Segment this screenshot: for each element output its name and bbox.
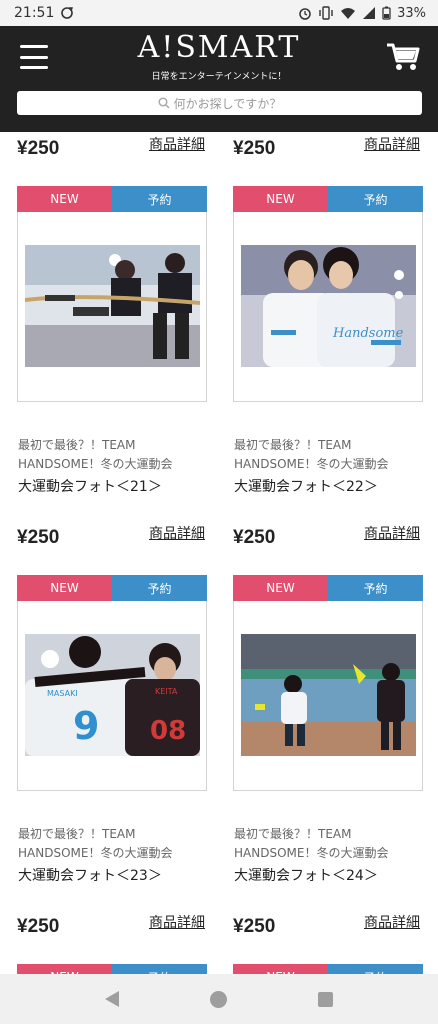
reserve-badge: 予約 [328,186,423,212]
new-badge: NEW [233,964,328,974]
product-detail-link[interactable]: 商品詳細 [149,523,205,543]
product-card[interactable]: NEW 予約 最初で最後？！TEAM HANDSOME！冬の大運動会 大運動会フ… [17,186,207,496]
svg-text:08: 08 [150,716,186,746]
reserve-badge: 予約 [328,575,423,601]
new-badge: NEW [233,186,328,212]
product-price: ¥250 [17,916,60,937]
status-bar: 21:51 33% [0,0,438,26]
new-badge: NEW [233,575,328,601]
product-name[interactable]: 大運動会フォト＜21＞ [17,476,207,496]
cart-icon [387,43,420,70]
home-icon[interactable] [209,990,227,1008]
product-card[interactable]: NEW 予約 Handsome 最初で最後？！TEAM HANDSOME！冬の大… [233,186,423,496]
product-badges: NEW 予約 [233,186,423,212]
reserve-badge: 予約 [112,575,207,601]
new-badge: NEW [17,575,112,601]
wifi-icon [341,8,356,19]
product-detail-link[interactable]: 商品詳細 [364,134,420,154]
site-tagline: 日常をエンターテインメントに！ [151,72,287,82]
product-detail-link[interactable]: 商品詳細 [149,912,205,932]
product-price: ¥250 [233,527,276,548]
product-photo [241,634,416,756]
product-name[interactable]: 大運動会フォト＜22＞ [233,476,423,496]
product-thumbnail[interactable] [17,212,207,402]
product-name[interactable]: 大運動会フォト＜24＞ [233,865,423,885]
recent-apps-icon[interactable] [317,991,333,1007]
product-detail-link[interactable]: 商品詳細 [149,134,205,154]
site-header: A!SMART 日常をエンターテインメントに！ 何かお探しですか？ [0,26,438,132]
back-icon[interactable] [105,991,120,1007]
product-series: 最初で最後？！TEAM HANDSOME！冬の大運動会 [18,827,173,860]
status-time: 21:51 [14,5,55,21]
product-price: ¥250 [17,527,60,548]
product-thumbnail[interactable]: 9 08 MASAKI KEITA [17,601,207,791]
reserve-badge: 予約 [112,186,207,212]
search-icon [158,97,170,109]
product-series: 最初で最後？！TEAM HANDSOME！冬の大運動会 [234,438,389,471]
product-price: ¥250 [233,916,276,937]
product-price: ¥250 [233,138,276,159]
product-card[interactable]: NEW 予約 最初で最後？！TEAM HANDSOME！冬の大運動会 大運動会フ… [233,575,423,885]
product-photo: 9 08 MASAKI KEITA [25,634,200,756]
search-input[interactable]: 何かお探しですか？ [17,91,422,115]
svg-text:9: 9 [73,704,99,748]
svg-text:Handsome: Handsome [332,326,404,341]
product-price: ¥250 [17,138,60,159]
product-badges: NEW 予約 [233,964,423,974]
site-logo[interactable]: A!SMART [0,30,438,65]
product-series: 最初で最後？！TEAM HANDSOME！冬の大運動会 [234,827,389,860]
reserve-badge: 予約 [328,964,423,974]
battery-icon [382,6,391,20]
vibrate-icon [319,6,333,20]
product-list: ¥250 商品詳細 ¥250 商品詳細 NEW 予約 最初で最後？！TEAM H… [0,132,438,974]
new-badge: NEW [17,964,112,974]
product-thumbnail[interactable]: Handsome [233,212,423,402]
new-badge: NEW [17,186,112,212]
product-photo: Handsome [241,245,416,367]
sync-icon [61,7,74,19]
product-card[interactable]: NEW 予約 9 08 MASAKI KEITA 最初で最後？！TEAM HAN… [17,575,207,885]
product-badges: NEW 予約 [17,186,207,212]
svg-text:MASAKI: MASAKI [47,689,78,698]
product-row-partial-top: ¥250 商品詳細 ¥250 商品詳細 [0,132,438,172]
product-photo [25,245,200,367]
svg-text:KEITA: KEITA [155,687,178,696]
product-name[interactable]: 大運動会フォト＜23＞ [17,865,207,885]
search-placeholder: 何かお探しですか？ [173,96,282,111]
product-badges: NEW 予約 [233,575,423,601]
product-badges: NEW 予約 [17,964,207,974]
signal-icon [363,7,376,19]
product-thumbnail[interactable] [233,601,423,791]
product-detail-link[interactable]: 商品詳細 [364,912,420,932]
product-badges: NEW 予約 [17,575,207,601]
cart-button[interactable] [386,42,420,72]
battery-percent: 33% [397,5,426,21]
reserve-badge: 予約 [112,964,207,974]
system-nav-bar [0,974,438,1024]
product-series: 最初で最後？！TEAM HANDSOME！冬の大運動会 [18,438,173,471]
product-detail-link[interactable]: 商品詳細 [364,523,420,543]
alarm-icon [299,8,311,20]
